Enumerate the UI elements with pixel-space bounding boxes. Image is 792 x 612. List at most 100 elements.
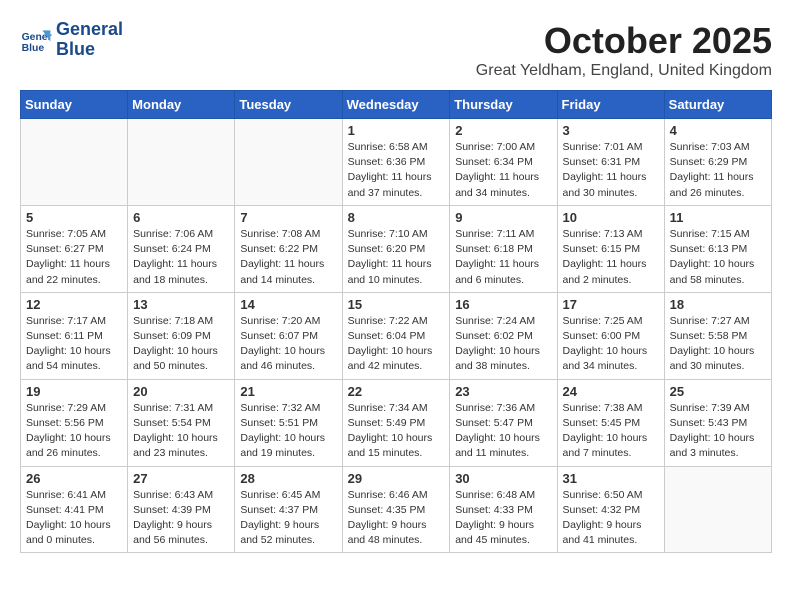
calendar-cell: 18Sunrise: 7:27 AM Sunset: 5:58 PM Dayli… — [664, 292, 771, 379]
calendar-cell: 7 Sunrise: 7:08 AM Sunset: 6:22 PM Daylig… — [235, 205, 342, 292]
day-info: Sunrise: 6:43 AM Sunset: 4:39 PM Dayligh… — [133, 488, 229, 549]
calendar-cell: 19Sunrise: 7:29 AM Sunset: 5:56 PM Dayli… — [21, 379, 128, 466]
calendar-cell — [235, 119, 342, 206]
day-info: Sunrise: 7:22 AM Sunset: 6:04 PM Dayligh… — [348, 314, 445, 375]
day-number: 25 — [670, 384, 766, 399]
calendar-cell — [664, 466, 771, 553]
calendar-cell: 4 Sunrise: 7:03 AM Sunset: 6:29 PM Daylig… — [664, 119, 771, 206]
day-number: 24 — [563, 384, 659, 399]
day-number: 8 — [348, 210, 445, 225]
day-info: Sunrise: 7:36 AM Sunset: 5:47 PM Dayligh… — [455, 401, 551, 462]
day-number: 19 — [26, 384, 122, 399]
calendar-cell: 11 Sunrise: 7:15 AM Sunset: 6:13 PM Dayli… — [664, 205, 771, 292]
location: Great Yeldham, England, United Kingdom — [476, 62, 772, 80]
day-info: Sunrise: 7:27 AM Sunset: 5:58 PM Dayligh… — [670, 314, 766, 375]
calendar-cell: 15Sunrise: 7:22 AM Sunset: 6:04 PM Dayli… — [342, 292, 450, 379]
day-number: 5 — [26, 210, 122, 225]
day-number: 7 — [240, 210, 336, 225]
day-info: Sunrise: 7:03 AM Sunset: 6:29 PM Dayligh… — [670, 140, 766, 201]
calendar-cell: 25 Sunrise: 7:39 AM Sunset: 5:43 PM Dayli… — [664, 379, 771, 466]
calendar-cell: 24 Sunrise: 7:38 AM Sunset: 5:45 PM Dayli… — [557, 379, 664, 466]
day-info: Sunrise: 7:38 AM Sunset: 5:45 PM Dayligh… — [563, 401, 659, 462]
calendar-cell: 21 Sunrise: 7:32 AM Sunset: 5:51 PM Dayli… — [235, 379, 342, 466]
day-info: Sunrise: 7:15 AM Sunset: 6:13 PM Dayligh… — [670, 227, 766, 288]
day-number: 22 — [348, 384, 445, 399]
calendar-cell: 2Sunrise: 7:00 AM Sunset: 6:34 PM Daylig… — [450, 119, 557, 206]
day-number: 4 — [670, 123, 766, 138]
day-info: Sunrise: 6:45 AM Sunset: 4:37 PM Dayligh… — [240, 488, 336, 549]
day-number: 2 — [455, 123, 551, 138]
calendar-cell — [21, 119, 128, 206]
logo-text-line1: General — [56, 20, 123, 40]
day-number: 9 — [455, 210, 551, 225]
day-info: Sunrise: 7:10 AM Sunset: 6:20 PM Dayligh… — [348, 227, 445, 288]
logo-icon: General Blue — [20, 24, 52, 56]
calendar-week-row: 19Sunrise: 7:29 AM Sunset: 5:56 PM Dayli… — [21, 379, 772, 466]
calendar-cell: 12 Sunrise: 7:17 AM Sunset: 6:11 PM Dayli… — [21, 292, 128, 379]
day-info: Sunrise: 7:18 AM Sunset: 6:09 PM Dayligh… — [133, 314, 229, 375]
calendar-cell: 10 Sunrise: 7:13 AM Sunset: 6:15 PM Dayli… — [557, 205, 664, 292]
day-number: 31 — [563, 471, 659, 486]
day-number: 21 — [240, 384, 336, 399]
calendar-cell: 14 Sunrise: 7:20 AM Sunset: 6:07 PM Dayli… — [235, 292, 342, 379]
day-info: Sunrise: 7:06 AM Sunset: 6:24 PM Dayligh… — [133, 227, 229, 288]
day-info: Sunrise: 7:05 AM Sunset: 6:27 PM Dayligh… — [26, 227, 122, 288]
calendar-week-row: 1 Sunrise: 6:58 AM Sunset: 6:36 PM Daylig… — [21, 119, 772, 206]
day-info: Sunrise: 7:01 AM Sunset: 6:31 PM Dayligh… — [563, 140, 659, 201]
day-number: 12 — [26, 297, 122, 312]
calendar-cell: 16 Sunrise: 7:24 AM Sunset: 6:02 PM Dayli… — [450, 292, 557, 379]
calendar-week-row: 12 Sunrise: 7:17 AM Sunset: 6:11 PM Dayli… — [21, 292, 772, 379]
day-number: 17 — [563, 297, 659, 312]
calendar-cell: 22Sunrise: 7:34 AM Sunset: 5:49 PM Dayli… — [342, 379, 450, 466]
calendar-cell: 6 Sunrise: 7:06 AM Sunset: 6:24 PM Daylig… — [128, 205, 235, 292]
day-number: 14 — [240, 297, 336, 312]
day-info: Sunrise: 7:20 AM Sunset: 6:07 PM Dayligh… — [240, 314, 336, 375]
weekday-header-friday: Friday — [557, 91, 664, 119]
calendar-cell: 5 Sunrise: 7:05 AM Sunset: 6:27 PM Daylig… — [21, 205, 128, 292]
day-info: Sunrise: 7:39 AM Sunset: 5:43 PM Dayligh… — [670, 401, 766, 462]
weekday-header-saturday: Saturday — [664, 91, 771, 119]
calendar-cell: 8 Sunrise: 7:10 AM Sunset: 6:20 PM Daylig… — [342, 205, 450, 292]
month-title: October 2025 — [476, 20, 772, 62]
day-number: 28 — [240, 471, 336, 486]
day-number: 30 — [455, 471, 551, 486]
calendar-week-row: 5 Sunrise: 7:05 AM Sunset: 6:27 PM Daylig… — [21, 205, 772, 292]
day-info: Sunrise: 6:58 AM Sunset: 6:36 PM Dayligh… — [348, 140, 445, 201]
calendar-cell — [128, 119, 235, 206]
calendar-cell: 9Sunrise: 7:11 AM Sunset: 6:18 PM Daylig… — [450, 205, 557, 292]
calendar-body: 1 Sunrise: 6:58 AM Sunset: 6:36 PM Daylig… — [21, 119, 772, 553]
day-info: Sunrise: 7:24 AM Sunset: 6:02 PM Dayligh… — [455, 314, 551, 375]
weekday-header-monday: Monday — [128, 91, 235, 119]
day-number: 11 — [670, 210, 766, 225]
day-number: 13 — [133, 297, 229, 312]
calendar-cell: 28 Sunrise: 6:45 AM Sunset: 4:37 PM Dayli… — [235, 466, 342, 553]
day-number: 1 — [348, 123, 445, 138]
day-info: Sunrise: 7:08 AM Sunset: 6:22 PM Dayligh… — [240, 227, 336, 288]
day-info: Sunrise: 7:17 AM Sunset: 6:11 PM Dayligh… — [26, 314, 122, 375]
logo: General Blue General Blue — [20, 20, 123, 60]
calendar-cell: 13 Sunrise: 7:18 AM Sunset: 6:09 PM Dayli… — [128, 292, 235, 379]
svg-text:Blue: Blue — [22, 43, 45, 54]
weekday-header-row: SundayMondayTuesdayWednesdayThursdayFrid… — [21, 91, 772, 119]
calendar-cell: 20 Sunrise: 7:31 AM Sunset: 5:54 PM Dayli… — [128, 379, 235, 466]
day-number: 6 — [133, 210, 229, 225]
page-header: General Blue General Blue October 2025 G… — [20, 20, 772, 80]
calendar-cell: 3Sunrise: 7:01 AM Sunset: 6:31 PM Daylig… — [557, 119, 664, 206]
calendar-header: SundayMondayTuesdayWednesdayThursdayFrid… — [21, 91, 772, 119]
day-number: 16 — [455, 297, 551, 312]
weekday-header-wednesday: Wednesday — [342, 91, 450, 119]
logo-text-line2: Blue — [56, 40, 123, 60]
day-number: 10 — [563, 210, 659, 225]
day-number: 29 — [348, 471, 445, 486]
day-info: Sunrise: 7:25 AM Sunset: 6:00 PM Dayligh… — [563, 314, 659, 375]
title-block: October 2025 Great Yeldham, England, Uni… — [476, 20, 772, 80]
day-number: 26 — [26, 471, 122, 486]
weekday-header-tuesday: Tuesday — [235, 91, 342, 119]
calendar-table: SundayMondayTuesdayWednesdayThursdayFrid… — [20, 90, 772, 553]
day-info: Sunrise: 7:32 AM Sunset: 5:51 PM Dayligh… — [240, 401, 336, 462]
calendar-cell: 30Sunrise: 6:48 AM Sunset: 4:33 PM Dayli… — [450, 466, 557, 553]
day-info: Sunrise: 7:13 AM Sunset: 6:15 PM Dayligh… — [563, 227, 659, 288]
day-info: Sunrise: 7:31 AM Sunset: 5:54 PM Dayligh… — [133, 401, 229, 462]
day-number: 20 — [133, 384, 229, 399]
calendar-week-row: 26Sunrise: 6:41 AM Sunset: 4:41 PM Dayli… — [21, 466, 772, 553]
